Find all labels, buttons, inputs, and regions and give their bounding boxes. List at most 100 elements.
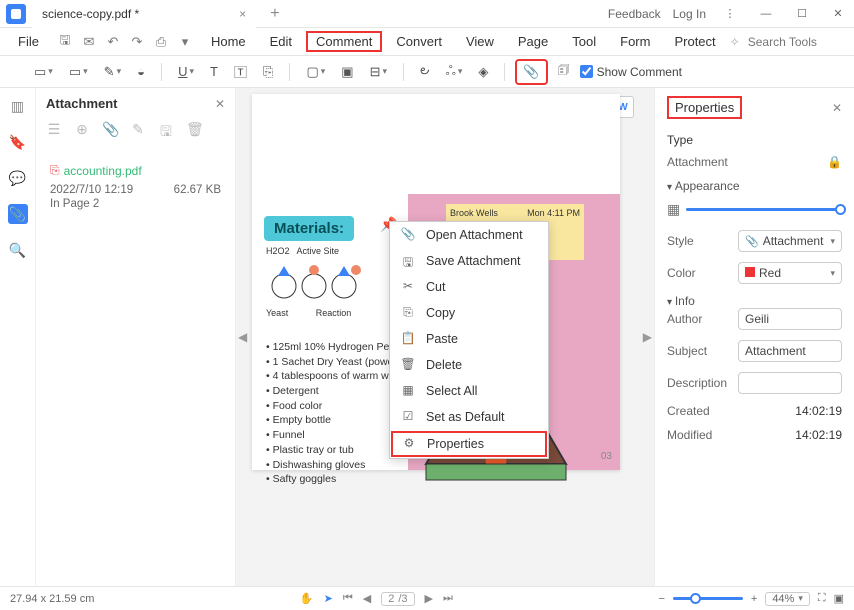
lock-icon[interactable]: 🔒 — [827, 155, 842, 169]
compare-tool[interactable]: ◈ — [472, 61, 494, 83]
next-page-icon[interactable]: ▶ — [425, 592, 433, 605]
panel-edit-icon[interactable]: ✎ — [130, 121, 146, 145]
zoom-out-icon[interactable]: − — [658, 593, 664, 605]
show-comment-checkbox[interactable] — [580, 65, 593, 78]
text-tool[interactable]: T — [204, 61, 224, 82]
ctx-set-default[interactable]: ☑Set as Default — [390, 404, 548, 430]
save-icon[interactable]: 🖫 — [57, 34, 73, 50]
minimize-icon[interactable]: — — [754, 8, 778, 20]
page-prev-arrow[interactable]: ◀ — [238, 330, 247, 344]
undo-icon[interactable]: ↶ — [105, 34, 121, 50]
show-comment-toggle[interactable]: Show Comment — [580, 65, 682, 79]
menu-tool[interactable]: Tool — [562, 31, 606, 52]
fit-page-icon[interactable]: ▣ — [834, 592, 844, 605]
new-tab-button[interactable]: + — [264, 5, 285, 23]
textbox-tool[interactable]: 🅃 — [228, 59, 253, 84]
search-tools-input[interactable] — [748, 35, 848, 49]
stamp-approve-tool[interactable]: ౿ — [414, 59, 436, 84]
page-number: 03 — [601, 451, 612, 462]
fit-width-icon[interactable]: ⛶ — [818, 592, 826, 605]
opacity-slider[interactable]: ▦ — [667, 201, 842, 218]
redo-icon[interactable]: ↷ — [129, 34, 145, 50]
panel-delete-icon[interactable]: 🗑 — [186, 121, 202, 145]
panel-link-icon[interactable]: 📎 — [102, 121, 118, 145]
rail-bookmarks-icon[interactable]: 🔖 — [8, 132, 28, 152]
panel-list-icon[interactable]: ☰ — [46, 121, 62, 145]
ctx-properties[interactable]: ⚙Properties — [391, 431, 547, 457]
hand-tool-icon[interactable]: ✋ — [300, 592, 314, 605]
menu-file[interactable]: File — [8, 31, 49, 52]
opacity-icon: ▦ — [667, 201, 680, 218]
save-icon: 🖫 — [400, 253, 416, 269]
ctx-save-attachment[interactable]: 🖫Save Attachment — [390, 248, 548, 274]
zoom-in-icon[interactable]: + — [751, 593, 757, 605]
ctx-cut[interactable]: ✂Cut — [390, 274, 548, 300]
ctx-delete[interactable]: 🗑Delete — [390, 352, 548, 378]
close-window-icon[interactable]: ✕ — [826, 7, 850, 20]
ctx-copy[interactable]: ⎘Copy — [390, 300, 548, 326]
menu-view[interactable]: View — [456, 31, 504, 52]
maximize-icon[interactable]: ☐ — [790, 7, 814, 20]
login-link[interactable]: Log In — [673, 7, 706, 21]
description-input[interactable] — [738, 372, 842, 394]
rail-attachments-icon[interactable]: 📎 — [8, 204, 28, 224]
signature-tool[interactable]: ஃ▾ — [440, 60, 469, 83]
zoom-slider[interactable] — [673, 597, 743, 600]
attachment-file-item[interactable]: accounting.pdf 2022/7/10 12:19 62.67 KB … — [46, 157, 225, 216]
modified-value: 14:02:19 — [795, 428, 842, 442]
attachment-file-name: accounting.pdf — [50, 163, 221, 178]
menu-protect[interactable]: Protect — [664, 31, 725, 52]
eraser-tool[interactable]: ◒ — [131, 61, 151, 82]
feedback-link[interactable]: Feedback — [608, 7, 661, 21]
first-page-icon[interactable]: ⏮ — [343, 592, 353, 605]
pencil-tool[interactable]: ✎▾ — [98, 61, 127, 83]
menu-comment[interactable]: Comment — [306, 31, 382, 52]
select-tool-icon[interactable]: ➤ — [324, 592, 333, 605]
rail-thumbnails-icon[interactable]: ▥ — [8, 96, 28, 116]
page-current: 2 — [388, 593, 394, 605]
info-section[interactable]: Info — [667, 294, 842, 308]
appearance-section[interactable]: Appearance — [667, 179, 842, 193]
menu-edit[interactable]: Edit — [260, 31, 302, 52]
chevron-down-icon[interactable]: ▾ — [177, 34, 193, 50]
last-page-icon[interactable]: ⏭ — [443, 592, 453, 605]
highlight-tool[interactable]: ▭▾ — [63, 61, 94, 83]
ctx-paste[interactable]: 📋Paste — [390, 326, 548, 352]
comment-list-tool[interactable]: 🗊 — [552, 58, 576, 86]
underline-tool[interactable]: U▾ — [172, 61, 200, 82]
menu-home[interactable]: Home — [201, 31, 256, 52]
ctx-select-all[interactable]: ▦Select All — [390, 378, 548, 404]
properties-close-icon[interactable]: ✕ — [832, 101, 842, 115]
rail-comments-icon[interactable]: 💬 — [8, 168, 28, 188]
shape-tool[interactable]: ▢▾ — [300, 61, 331, 83]
zoom-display[interactable]: 44%▾ — [765, 592, 810, 606]
page-next-arrow[interactable]: ▶ — [643, 330, 652, 344]
close-panel-icon[interactable]: ✕ — [215, 97, 225, 111]
author-input[interactable] — [738, 308, 842, 330]
page-indicator[interactable]: 2/3 — [381, 592, 414, 606]
menu-form[interactable]: Form — [610, 31, 660, 52]
type-value: Attachment — [667, 155, 728, 169]
color-select[interactable]: Red▾ — [738, 262, 842, 284]
subject-input[interactable] — [738, 340, 842, 362]
note-tool[interactable]: ▭▾ — [28, 61, 59, 83]
panel-add-icon[interactable]: ⊕ — [74, 121, 90, 145]
menu-convert[interactable]: Convert — [386, 31, 452, 52]
panel-save-icon[interactable]: 🖫 — [158, 121, 174, 145]
prev-page-icon[interactable]: ◀ — [363, 592, 371, 605]
copy-icon: ⎘ — [400, 305, 416, 321]
attachment-tool[interactable]: 📎 — [515, 59, 547, 85]
callout-tool[interactable]: ⎘ — [257, 61, 279, 83]
kebab-menu-icon[interactable]: ⋮ — [718, 7, 742, 20]
print-icon[interactable]: ⎙ — [153, 34, 169, 50]
mail-icon[interactable]: ✉ — [81, 34, 97, 50]
stamp-tool[interactable]: ▣ — [335, 61, 359, 83]
menu-page[interactable]: Page — [508, 31, 558, 52]
close-tab-icon[interactable]: × — [239, 7, 246, 21]
ctx-open-attachment[interactable]: 📎Open Attachment — [390, 222, 548, 248]
measure-tool[interactable]: ⊟▾ — [364, 61, 393, 83]
style-select[interactable]: 📎Attachment▾ — [738, 230, 842, 252]
document-tab[interactable]: science-copy.pdf * × — [32, 0, 256, 28]
color-label: Color — [667, 266, 696, 280]
rail-search-icon[interactable]: 🔍 — [8, 240, 28, 260]
